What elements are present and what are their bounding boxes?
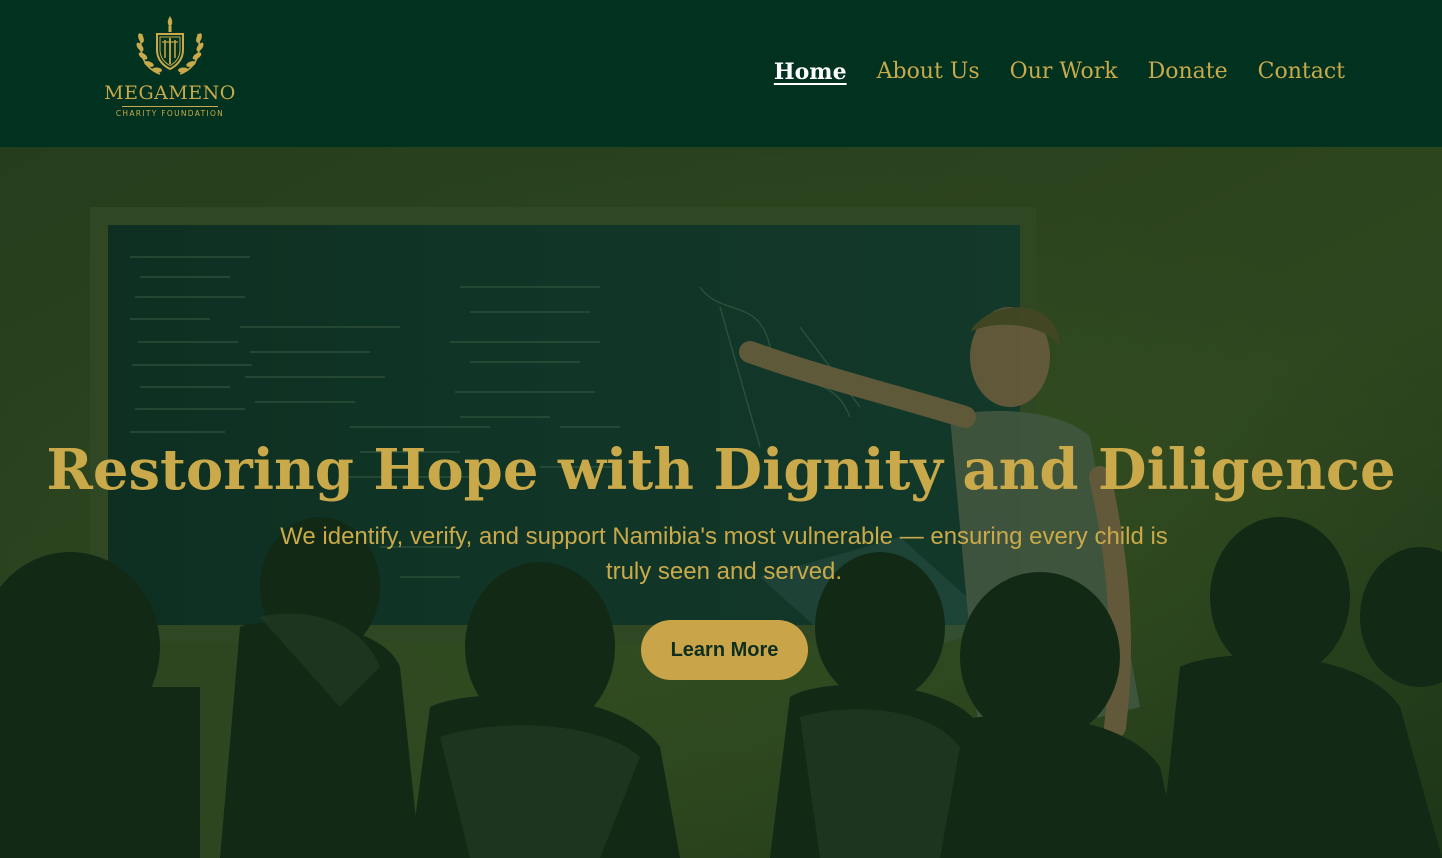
brand-tagline: CHARITY FOUNDATION — [115, 109, 225, 118]
brand-name: MEGAMENO — [104, 82, 236, 104]
brand-logo[interactable]: MEGAMENO CHARITY FOUNDATION — [100, 14, 240, 126]
brand-divider — [122, 106, 218, 107]
nav-item-donate[interactable]: Donate — [1148, 56, 1228, 88]
nav-item-our-work[interactable]: Our Work — [1010, 56, 1118, 88]
hero-subtitle: We identify, verify, and support Namibia… — [280, 523, 1168, 585]
nav-item-home[interactable]: Home — [774, 56, 847, 88]
nav-item-contact[interactable]: Contact — [1258, 56, 1345, 88]
hero-title: Restoring Hope with Dignity and Diligenc… — [46, 437, 1396, 503]
main-nav: Home About Us Our Work Donate Contact — [774, 56, 1345, 88]
learn-more-button[interactable]: Learn More — [641, 620, 808, 680]
nav-item-about-us[interactable]: About Us — [877, 56, 980, 88]
site-header: MEGAMENO CHARITY FOUNDATION Home About U… — [0, 0, 1442, 147]
laurel-shield-icon — [136, 16, 204, 75]
hero-section: Restoring Hope with Dignity and Diligenc… — [0, 147, 1442, 858]
